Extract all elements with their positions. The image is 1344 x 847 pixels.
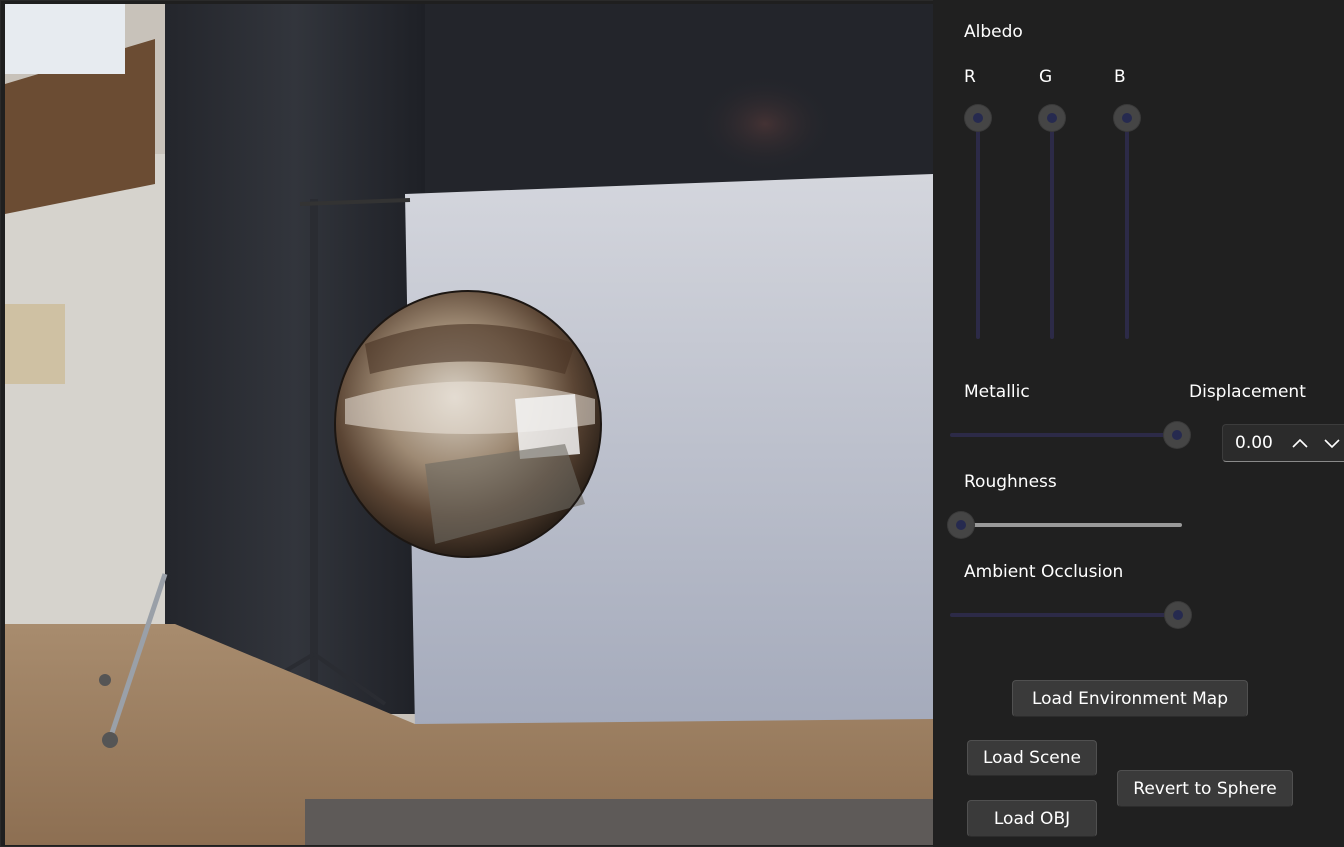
metallic-label: Metallic	[964, 382, 1030, 402]
metallic-slider[interactable]	[948, 422, 1193, 448]
albedo-g-thumb[interactable]	[1039, 105, 1065, 131]
roughness-track	[962, 523, 1182, 527]
roughness-thumb[interactable]	[948, 512, 974, 538]
ambient-occlusion-track	[950, 613, 1178, 617]
displacement-label: Displacement	[1189, 382, 1306, 402]
roughness-label: Roughness	[964, 472, 1057, 492]
albedo-g-slider[interactable]	[1037, 105, 1067, 345]
albedo-r-thumb[interactable]	[965, 105, 991, 131]
albedo-b-thumb[interactable]	[1114, 105, 1140, 131]
albedo-r-track	[976, 117, 980, 339]
displacement-value[interactable]: 0.00	[1235, 433, 1273, 453]
albedo-g-label: G	[1039, 67, 1053, 87]
load-scene-button[interactable]: Load Scene	[967, 740, 1097, 776]
albedo-b-slider[interactable]	[1112, 105, 1142, 345]
chevron-down-icon[interactable]	[1321, 431, 1343, 455]
albedo-g-track	[1050, 117, 1054, 339]
revert-to-sphere-button[interactable]: Revert to Sphere	[1117, 770, 1293, 807]
albedo-b-label: B	[1114, 67, 1126, 87]
albedo-r-label: R	[964, 67, 976, 87]
albedo-r-slider[interactable]	[963, 105, 993, 345]
albedo-b-track	[1125, 117, 1129, 339]
metallic-thumb[interactable]	[1164, 422, 1190, 448]
render-viewport[interactable]	[5, 4, 933, 845]
ambient-occlusion-slider[interactable]	[948, 602, 1193, 628]
ambient-occlusion-thumb[interactable]	[1165, 602, 1191, 628]
ambient-occlusion-label: Ambient Occlusion	[964, 562, 1124, 582]
roughness-slider[interactable]	[948, 512, 1193, 538]
chevron-up-icon[interactable]	[1289, 431, 1311, 455]
load-environment-map-button[interactable]: Load Environment Map	[1012, 680, 1248, 717]
environment-backdrop	[5, 4, 933, 845]
albedo-label: Albedo	[964, 22, 1023, 42]
metallic-track	[950, 433, 1178, 437]
load-obj-button[interactable]: Load OBJ	[967, 800, 1097, 837]
material-panel: Albedo R G B Metallic Displacement 0.00 …	[933, 0, 1344, 847]
displacement-spinbox[interactable]: 0.00	[1222, 424, 1344, 462]
